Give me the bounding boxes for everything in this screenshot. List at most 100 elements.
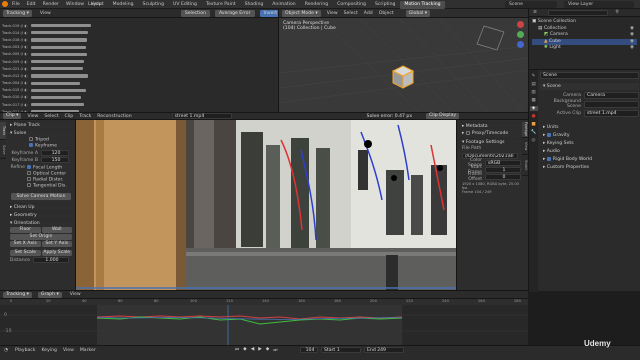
clip-menu-reconstruction[interactable]: Reconstruction — [97, 114, 131, 119]
modifier-tab-icon[interactable]: 🔧 — [531, 130, 537, 135]
set-x-axis-button[interactable]: Set X Axis — [10, 241, 41, 247]
apply-scale-button[interactable]: Apply Scale — [41, 250, 72, 256]
camera-field[interactable]: Camera — [584, 91, 639, 99]
scene-tab-icon[interactable]: ◈ — [529, 106, 538, 111]
timeline-menu-playback[interactable]: Playback — [15, 348, 36, 353]
track-visibility-icon[interactable]: ◐ — [23, 24, 29, 28]
properties-search-input[interactable]: Scene — [540, 72, 639, 79]
viewport-menu-view[interactable]: View — [327, 11, 338, 16]
solve-section[interactable]: Solve — [7, 129, 75, 137]
track-visibility-icon[interactable]: ◐ — [23, 38, 29, 42]
tab-motion-tracking[interactable]: Motion Tracking — [400, 0, 445, 9]
timeline-menu-keying[interactable]: Keying — [42, 348, 57, 353]
floor-button[interactable]: Floor — [10, 227, 41, 233]
tab-compositing[interactable]: Compositing — [333, 1, 370, 9]
axis-y-icon[interactable] — [517, 31, 524, 38]
geometry-section[interactable]: Geometry — [7, 211, 75, 219]
clip-editor-type-dropdown[interactable]: Clip ▾ — [3, 113, 22, 119]
tab-track[interactable]: Track — [0, 122, 6, 140]
distance-field[interactable]: 1.000 — [33, 257, 69, 263]
track-segment-bar[interactable] — [31, 103, 85, 107]
orientation-section[interactable]: Orientation — [7, 219, 75, 227]
track-segment-bar[interactable] — [31, 81, 80, 85]
tab-layout[interactable]: Layout — [84, 1, 108, 9]
track-visibility-icon[interactable]: ◐ — [23, 31, 29, 35]
object-tab-icon[interactable]: ■ — [531, 122, 535, 127]
set-origin-button[interactable]: Set Origin — [10, 234, 72, 240]
active-clip-field[interactable]: street 1.mp4 — [584, 109, 639, 117]
track-row[interactable]: Track.005 (0.3500)◐ — [2, 51, 276, 58]
prop-section-keying-sets[interactable]: Keying Sets — [540, 139, 639, 147]
refine-checkbox[interactable] — [27, 165, 31, 169]
graph-editor-type-dropdown[interactable]: Tracking ▾ — [3, 291, 32, 298]
timeline-menu-marker[interactable]: Marker — [80, 348, 96, 353]
graph-canvas[interactable] — [0, 305, 528, 346]
plane-track-section[interactable]: Plane Track — [7, 121, 75, 129]
physics-tab-icon[interactable]: ◎ — [531, 138, 535, 143]
view-layer-tab-icon[interactable]: ▦ — [531, 98, 535, 103]
track-visibility-icon[interactable]: ◐ — [23, 60, 29, 64]
solve-camera-motion-button[interactable]: Solve Camera Motion — [11, 193, 71, 200]
track-segment-bar[interactable] — [31, 67, 83, 71]
refine-checkbox[interactable] — [27, 171, 31, 175]
viewport-menu-object[interactable]: Object — [379, 11, 394, 16]
graph-menu-view[interactable]: View — [70, 292, 81, 297]
tab-animation[interactable]: Animation — [268, 1, 299, 9]
tab-uv-editing[interactable]: UV Editing — [169, 1, 201, 9]
visibility-eye-icon[interactable]: ◉ — [630, 45, 634, 52]
filter-icon[interactable]: ⚲ — [614, 10, 620, 15]
sort-mode-dropdown[interactable]: Selection — [180, 9, 210, 17]
viewport-menu-add[interactable]: Add — [364, 11, 373, 16]
wall-button[interactable]: Wall — [41, 227, 72, 233]
keyframe-a-field[interactable]: 120 — [41, 150, 69, 156]
prop-section-rigid-body-world[interactable]: Rigid Body World — [540, 155, 639, 163]
track-visibility-icon[interactable]: ◐ — [23, 81, 29, 85]
start-frame-field[interactable]: 1 — [485, 167, 521, 173]
section-enable-checkbox[interactable] — [546, 156, 551, 161]
editor-type-dropdown[interactable]: Tracking ▾ — [3, 9, 32, 17]
clip-menu-clip[interactable]: Clip — [65, 114, 74, 119]
tab-footage[interactable]: Footage — [522, 122, 528, 138]
background-scene-field[interactable] — [584, 100, 639, 108]
tab-texture-paint[interactable]: Texture Paint — [202, 1, 240, 9]
timeline-editor-icon[interactable]: ◔ — [3, 348, 9, 353]
track-segment-bar[interactable] — [31, 31, 89, 35]
clip-footage-view[interactable] — [76, 120, 456, 290]
track-row[interactable]: Track.016 (0.3963)◐ — [2, 36, 276, 43]
keyframe-checkbox[interactable] — [29, 143, 33, 147]
prev-keyframe-icon[interactable]: ◆ — [243, 347, 247, 353]
clean-up-section[interactable]: Clean Up — [7, 203, 75, 211]
scene-selector[interactable]: Scene — [505, 1, 557, 8]
view-layer-selector[interactable]: View Layer — [564, 1, 634, 8]
track-row[interactable]: Track.021 (0.3215)◐ — [2, 65, 276, 72]
tab-rendering[interactable]: Rendering — [301, 1, 332, 9]
menu-view[interactable]: View — [40, 11, 51, 16]
tab-scripting[interactable]: Scripting — [371, 1, 399, 9]
refine-option[interactable]: Tangential Dis. — [27, 183, 67, 189]
cube-object[interactable] — [391, 65, 415, 89]
menu-render[interactable]: Render — [43, 2, 59, 7]
track-visibility-icon[interactable]: ◐ — [23, 45, 29, 49]
section-enable-checkbox[interactable] — [546, 132, 551, 137]
play-icon[interactable]: ▶ — [258, 347, 262, 353]
track-segment-bar[interactable] — [31, 59, 85, 64]
viewport-menu-select[interactable]: Select — [344, 11, 358, 16]
track-visibility-icon[interactable]: ◐ — [23, 52, 29, 56]
keyframe-option[interactable]: Keyframe — [7, 143, 75, 149]
tab-solve[interactable]: Solve — [0, 141, 6, 159]
axis-z-icon[interactable] — [517, 41, 524, 48]
render-tab-icon[interactable]: ▤ — [531, 82, 535, 87]
outliner-search-input[interactable] — [548, 9, 608, 16]
sort-method-dropdown[interactable]: Average Error — [214, 9, 255, 17]
track-segment-bar[interactable] — [31, 38, 87, 42]
play-reverse-icon[interactable]: ◀ — [251, 347, 255, 353]
menu-file[interactable]: File — [12, 2, 20, 7]
world-tab-icon[interactable]: ● — [531, 114, 535, 119]
refine-checkbox[interactable] — [27, 183, 31, 187]
tab-modeling[interactable]: Modeling — [109, 1, 138, 9]
clip-selector[interactable]: street 1.mp4 — [171, 113, 232, 119]
track-visibility-icon[interactable]: ◐ — [23, 74, 29, 78]
track-row[interactable]: Track.009 (0.3290)◐ — [2, 58, 276, 65]
track-segment-bar[interactable] — [31, 88, 86, 92]
track-segment-bar[interactable] — [31, 24, 92, 28]
